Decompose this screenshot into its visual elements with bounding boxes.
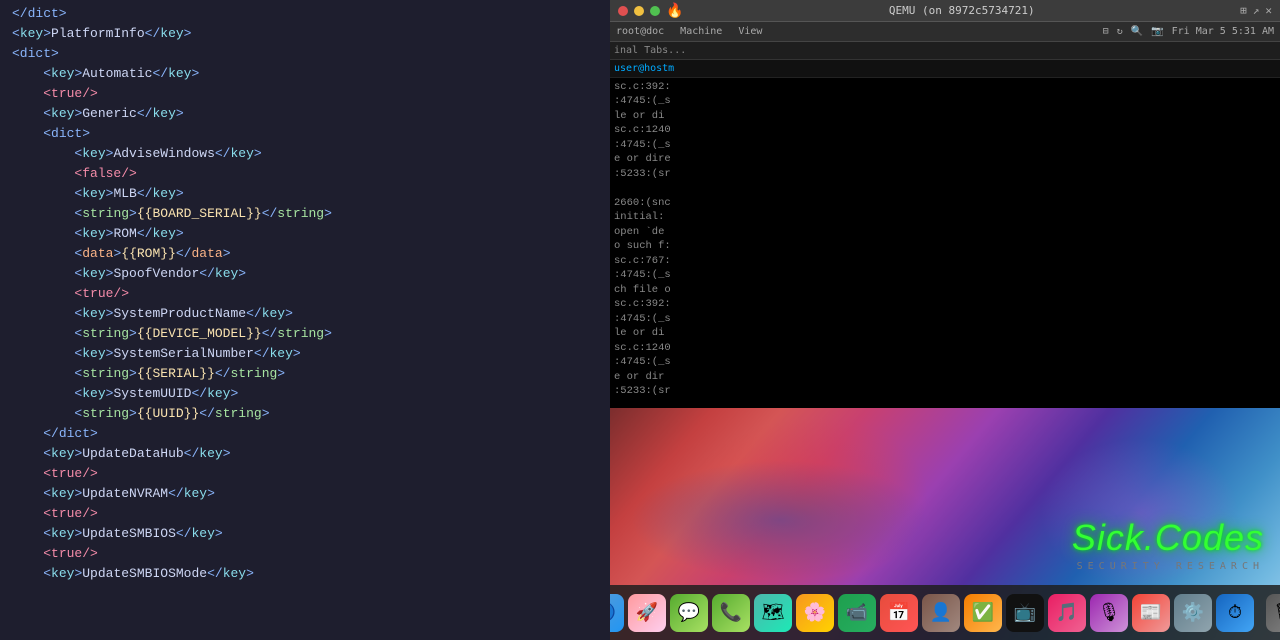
terminal-line: :4745:(_s [614, 138, 1276, 152]
trash-icon[interactable]: 🗑 [1266, 594, 1280, 632]
code-line: <key>UpdateSMBIOS</key> [0, 524, 610, 544]
sick-codes-branding: Sick.Codes SECURITY RESEARCH [1056, 509, 1280, 580]
terminal-line: sc.c:392: [614, 297, 1276, 311]
window-icon-2[interactable]: ↗ [1253, 4, 1260, 17]
code-line: <key>UpdateNVRAM</key> [0, 484, 610, 504]
window-maximize-button[interactable] [650, 6, 660, 16]
code-line: <key>SystemProductName</key> [0, 304, 610, 324]
maps-icon[interactable]: 🗺 [754, 594, 792, 632]
code-line: <true/> [0, 504, 610, 524]
branding-subtitle: SECURITY RESEARCH [1072, 561, 1264, 572]
toolbar-icon-1[interactable]: ⊟ [1103, 26, 1109, 37]
messages-icon[interactable]: 💬 [670, 594, 708, 632]
terminal-line: sc.c:1240 [614, 341, 1276, 355]
terminal-line: :4745:(_s [614, 94, 1276, 108]
macos-desktop: Sick.Codes SECURITY RESEARCH 🔵 🚀 💬 📞 🗺 🌸 [610, 408, 1280, 640]
code-line: <dict> [0, 44, 610, 64]
window-close-x[interactable]: ✕ [1265, 4, 1272, 17]
qemu-window: 🔥 QEMU (on 8972c5734721) ⊞ ↗ ✕ root@doc … [610, 0, 1280, 640]
podcasts-icon[interactable]: 🎙 [1090, 594, 1128, 632]
code-line: <false/> [0, 164, 610, 184]
code-line: <key>Generic</key> [0, 104, 610, 124]
code-line: <true/> [0, 84, 610, 104]
toolbar-icon-camera[interactable]: 📷 [1151, 26, 1163, 37]
code-line: <key>MLB</key> [0, 184, 610, 204]
status-time: Fri Mar 5 5:31 AM [1172, 26, 1274, 37]
terminal-tabs-label: inal Tabs... [614, 45, 686, 56]
appletv-icon[interactable]: 📺 [1006, 594, 1044, 632]
code-line: <key>SpoofVendor</key> [0, 264, 610, 284]
code-line: <string>{{SERIAL}}</string> [0, 364, 610, 384]
code-line: <key>SystemSerialNumber</key> [0, 344, 610, 364]
terminal-line: sc.c:392: [614, 80, 1276, 94]
code-line: <key>ROM</key> [0, 224, 610, 244]
qemu-menu-view[interactable]: View [738, 26, 762, 37]
terminal-line: :5233:(sr [614, 384, 1276, 398]
terminal-line: e or dire [614, 152, 1276, 166]
terminal-line: initial: [614, 210, 1276, 224]
code-line: </dict> [0, 424, 610, 444]
terminal-line: sc.c:1240 [614, 123, 1276, 137]
code-line: <key>SystemUUID</key> [0, 384, 610, 404]
qemu-flame-icon: 🔥 [666, 3, 683, 19]
terminal-line [614, 399, 1276, 408]
terminal-line: :5233:(sr [614, 167, 1276, 181]
photos-icon[interactable]: 🌸 [796, 594, 834, 632]
terminal-line: le or di [614, 109, 1276, 123]
code-line: <dict> [0, 124, 610, 144]
window-minimize-button[interactable] [634, 6, 644, 16]
terminal-line: :4745:(_s [614, 355, 1276, 369]
qemu-title: QEMU (on 8972c5734721) [689, 4, 1234, 17]
toolbar-icon-search[interactable]: 🔍 [1131, 26, 1143, 37]
system-prefs-icon[interactable]: ⚙️ [1174, 594, 1212, 632]
screentime-icon[interactable]: ⏱ [1216, 594, 1254, 632]
facetime-icon[interactable]: 📹 [838, 594, 876, 632]
code-line: <true/> [0, 284, 610, 304]
qemu-menu-machine[interactable]: Machine [680, 26, 722, 37]
code-line: <key>UpdateDataHub</key> [0, 444, 610, 464]
code-line: <key>UpdateSMBIOSMode</key> [0, 564, 610, 584]
code-line: </dict> [0, 4, 610, 24]
calendar-icon[interactable]: 📅 [880, 594, 918, 632]
news-icon[interactable]: 📰 [1132, 594, 1170, 632]
terminal-line: le or di [614, 326, 1276, 340]
qemu-titlebar: 🔥 QEMU (on 8972c5734721) ⊞ ↗ ✕ [610, 0, 1280, 22]
reminders-icon[interactable]: ✅ [964, 594, 1002, 632]
user-host-label: user@hostm [614, 63, 674, 74]
code-line: <key>AdviseWindows</key> [0, 144, 610, 164]
terminal-line [614, 181, 1276, 195]
music-icon[interactable]: 🎵 [1048, 594, 1086, 632]
terminal-line: e or dir [614, 370, 1276, 384]
window-icon-1[interactable]: ⊞ [1240, 4, 1247, 17]
contacts-icon[interactable]: 👤 [922, 594, 960, 632]
branding-logo-text: Sick.Codes [1072, 517, 1264, 559]
code-editor: </dict> <key>PlatformInfo</key> <dict> <… [0, 0, 610, 640]
code-line: <data>{{ROM}}</data> [0, 244, 610, 264]
code-line: <string>{{DEVICE_MODEL}}</string> [0, 324, 610, 344]
code-line: <string>{{BOARD_SERIAL}}</string> [0, 204, 610, 224]
terminal-line: 2660:(snc [614, 196, 1276, 210]
code-line: <key>PlatformInfo</key> [0, 24, 610, 44]
code-line: <true/> [0, 544, 610, 564]
phone-icon[interactable]: 📞 [712, 594, 750, 632]
terminal-line: sc.c:767: [614, 254, 1276, 268]
desktop-blob-blue [630, 460, 930, 580]
terminal-output: sc.c:392: :4745:(_s le or di sc.c:1240 :… [610, 78, 1280, 408]
terminal-line: open `de [614, 225, 1276, 239]
code-line: <key>Automatic</key> [0, 64, 610, 84]
terminal-user-label: root@doc [616, 26, 664, 37]
terminal-line: o such f: [614, 239, 1276, 253]
code-line: <string>{{UUID}}</string> [0, 404, 610, 424]
window-close-button[interactable] [618, 6, 628, 16]
toolbar-icon-2[interactable]: ↻ [1117, 26, 1123, 37]
terminal-line: :4745:(_s [614, 268, 1276, 282]
finder-icon[interactable]: 🔵 [610, 594, 624, 632]
macos-dock: 🔵 🚀 💬 📞 🗺 🌸 📹 📅 [610, 585, 1280, 640]
terminal-line: ch file o [614, 283, 1276, 297]
launchpad-icon[interactable]: 🚀 [628, 594, 666, 632]
terminal-line: :4745:(_s [614, 312, 1276, 326]
code-line: <true/> [0, 464, 610, 484]
